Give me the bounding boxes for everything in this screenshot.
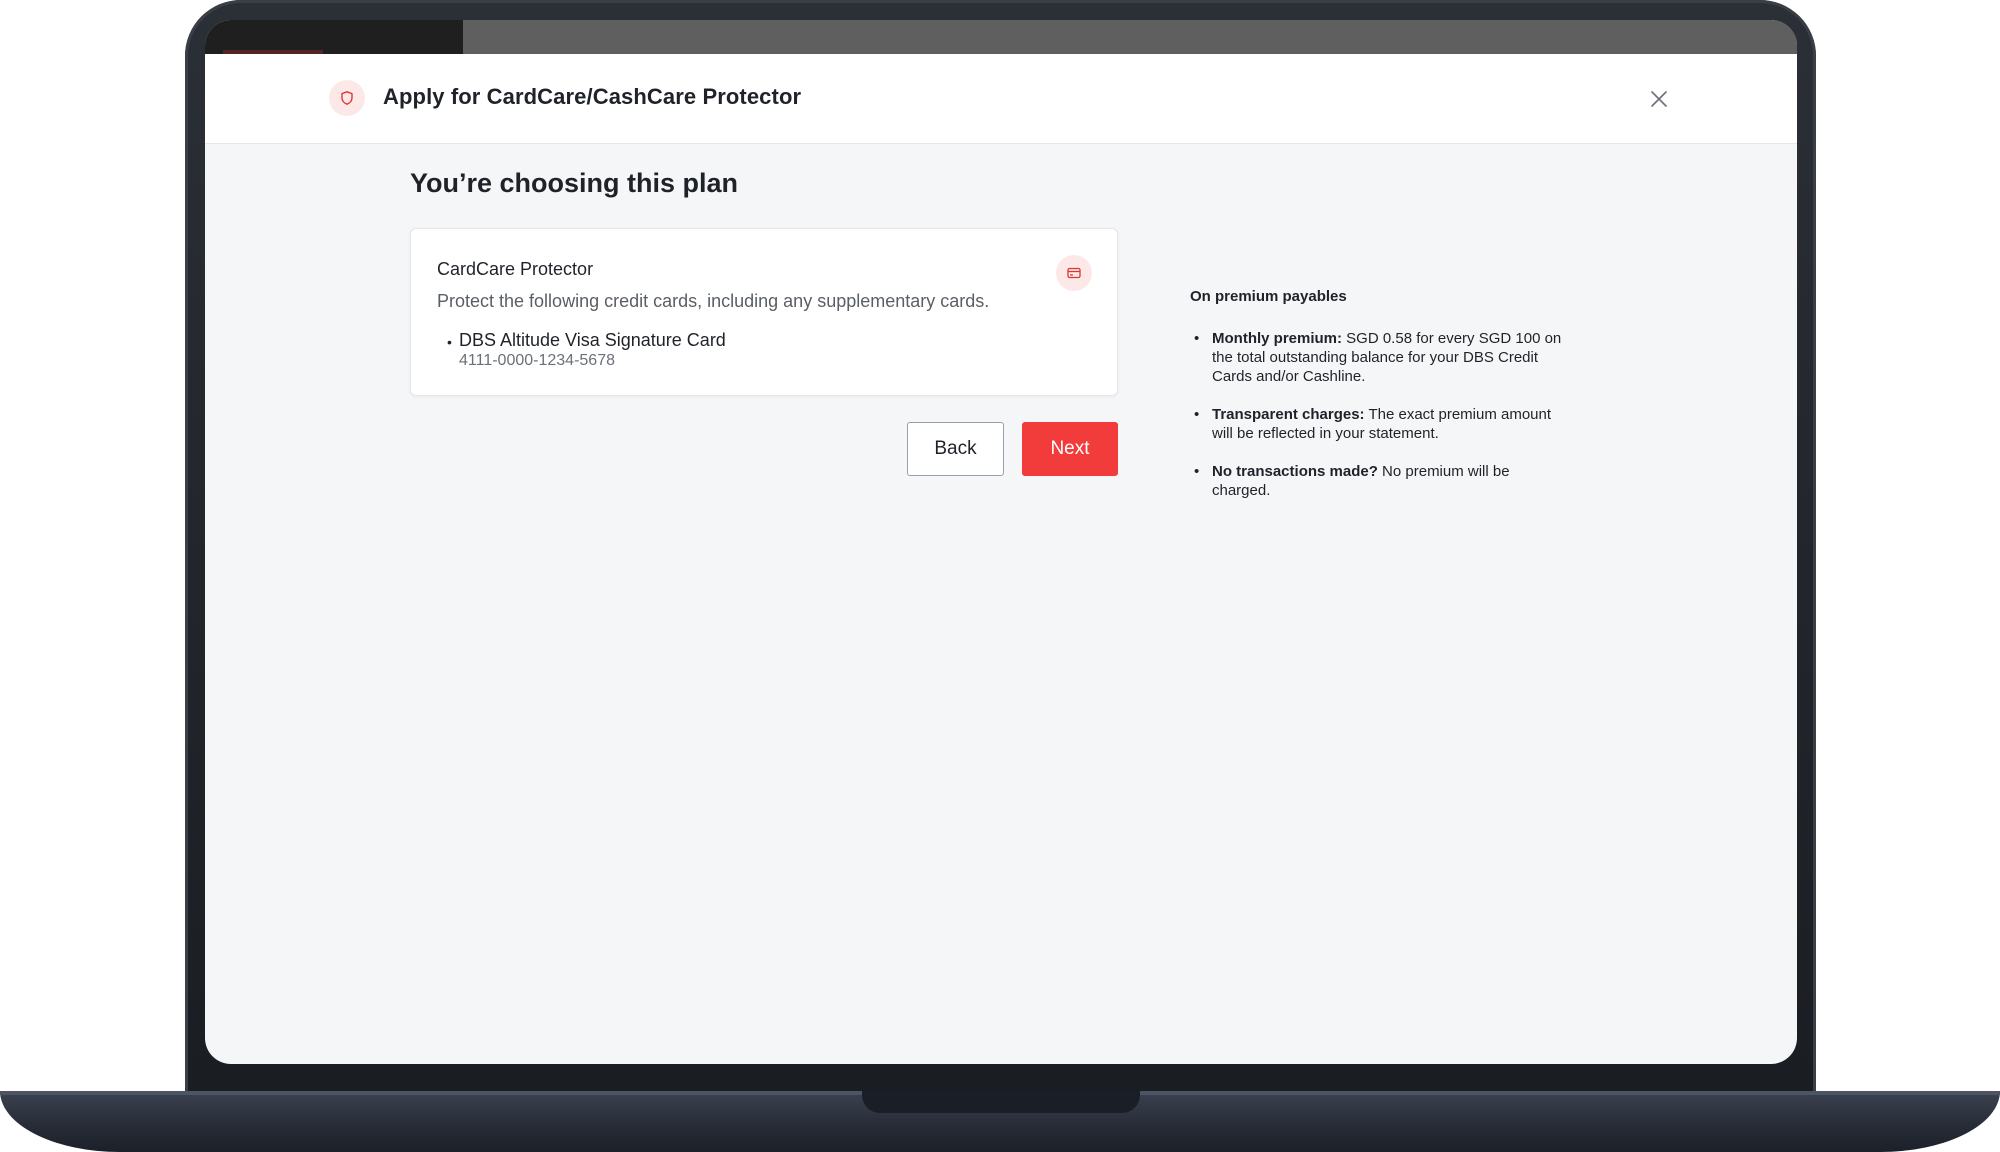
back-button[interactable]: Back bbox=[907, 422, 1004, 476]
info-item-lead: No transactions made? bbox=[1212, 463, 1378, 480]
shield-icon bbox=[329, 80, 365, 116]
credit-card-icon bbox=[1056, 255, 1092, 291]
card-number: 4111-0000-1234-5678 bbox=[459, 352, 615, 369]
plan-name: CardCare Protector bbox=[437, 259, 594, 279]
laptop-mockup: Apply for CardCare/CashCare Protector Yo… bbox=[0, 0, 2000, 1152]
premium-info-panel: On premium payables Monthly premium: SGD… bbox=[1190, 288, 1570, 519]
info-item: Monthly premium: SGD 0.58 for every SGD … bbox=[1190, 329, 1570, 386]
modal-title: Apply for CardCare/CashCare Protector bbox=[383, 84, 802, 109]
next-button[interactable]: Next bbox=[1022, 422, 1118, 476]
info-title: On premium payables bbox=[1190, 288, 1347, 305]
page-heading: You’re choosing this plan bbox=[410, 168, 739, 198]
close-icon[interactable] bbox=[1647, 87, 1671, 111]
laptop-notch bbox=[862, 1091, 1140, 1113]
info-item: No transactions made? No premium will be… bbox=[1190, 462, 1570, 500]
modal-header: Apply for CardCare/CashCare Protector bbox=[205, 54, 1797, 144]
laptop-screen: Apply for CardCare/CashCare Protector Yo… bbox=[205, 20, 1797, 1064]
info-item-lead: Monthly premium: bbox=[1212, 330, 1342, 347]
bullet: • bbox=[447, 334, 452, 350]
info-list: Monthly premium: SGD 0.58 for every SGD … bbox=[1190, 329, 1570, 500]
info-item: Transparent charges: The exact premium a… bbox=[1190, 405, 1570, 443]
plan-card: CardCare Protector Protect the following… bbox=[410, 228, 1118, 396]
card-name: DBS Altitude Visa Signature Card bbox=[459, 330, 726, 350]
background-app-overlay bbox=[463, 20, 1797, 55]
plan-description: Protect the following credit cards, incl… bbox=[437, 291, 990, 311]
info-item-lead: Transparent charges: bbox=[1212, 406, 1365, 423]
